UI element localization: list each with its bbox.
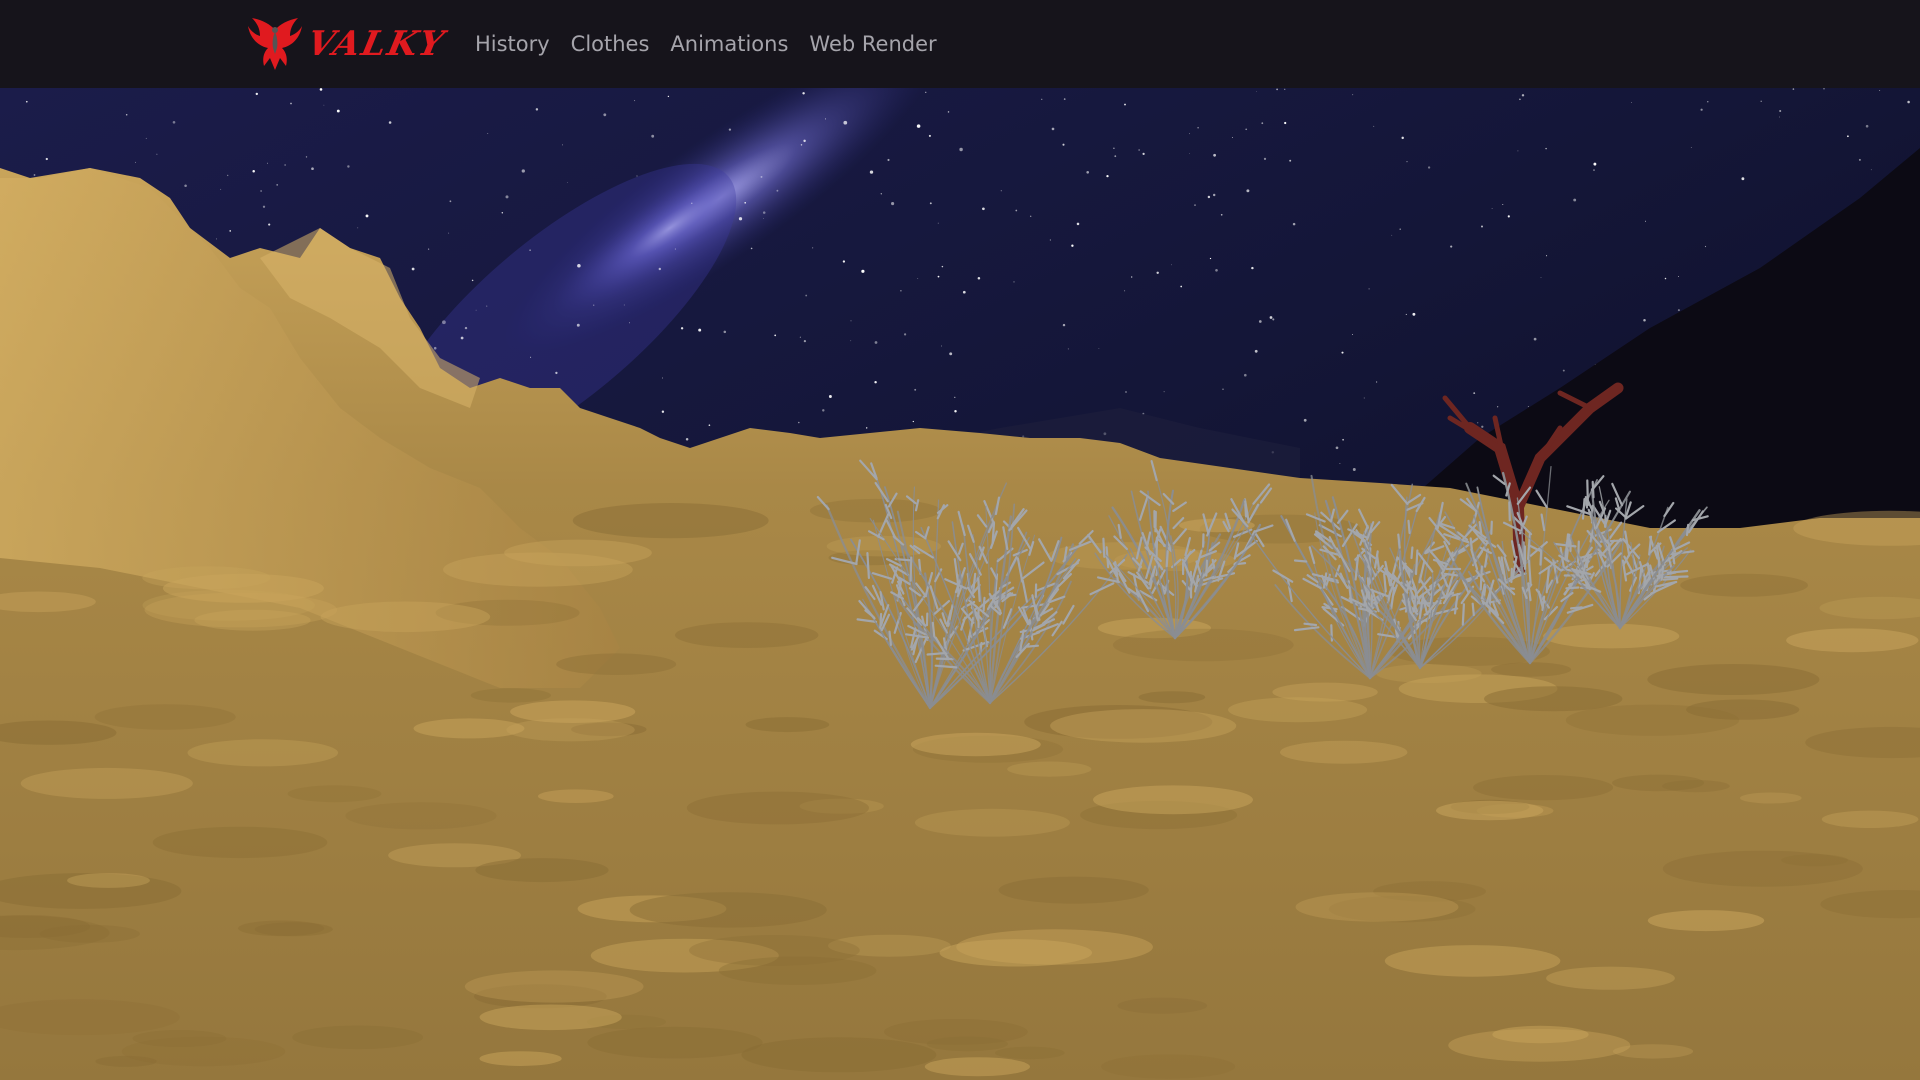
scene-render bbox=[0, 88, 1920, 1080]
top-navbar: VALKY History Clothes Animations Web Ren… bbox=[0, 0, 1920, 88]
nav-link-history[interactable]: History bbox=[475, 32, 550, 56]
nav-link-clothes[interactable]: Clothes bbox=[571, 32, 650, 56]
webgl-scene-viewport[interactable] bbox=[0, 88, 1920, 1080]
phoenix-icon bbox=[248, 18, 302, 70]
brand-name: VALKY bbox=[303, 24, 450, 64]
nav-links: History Clothes Animations Web Render bbox=[475, 32, 958, 56]
nav-link-animations[interactable]: Animations bbox=[670, 32, 788, 56]
brand-logo[interactable]: VALKY bbox=[248, 14, 449, 74]
nav-link-web-render[interactable]: Web Render bbox=[809, 32, 936, 56]
